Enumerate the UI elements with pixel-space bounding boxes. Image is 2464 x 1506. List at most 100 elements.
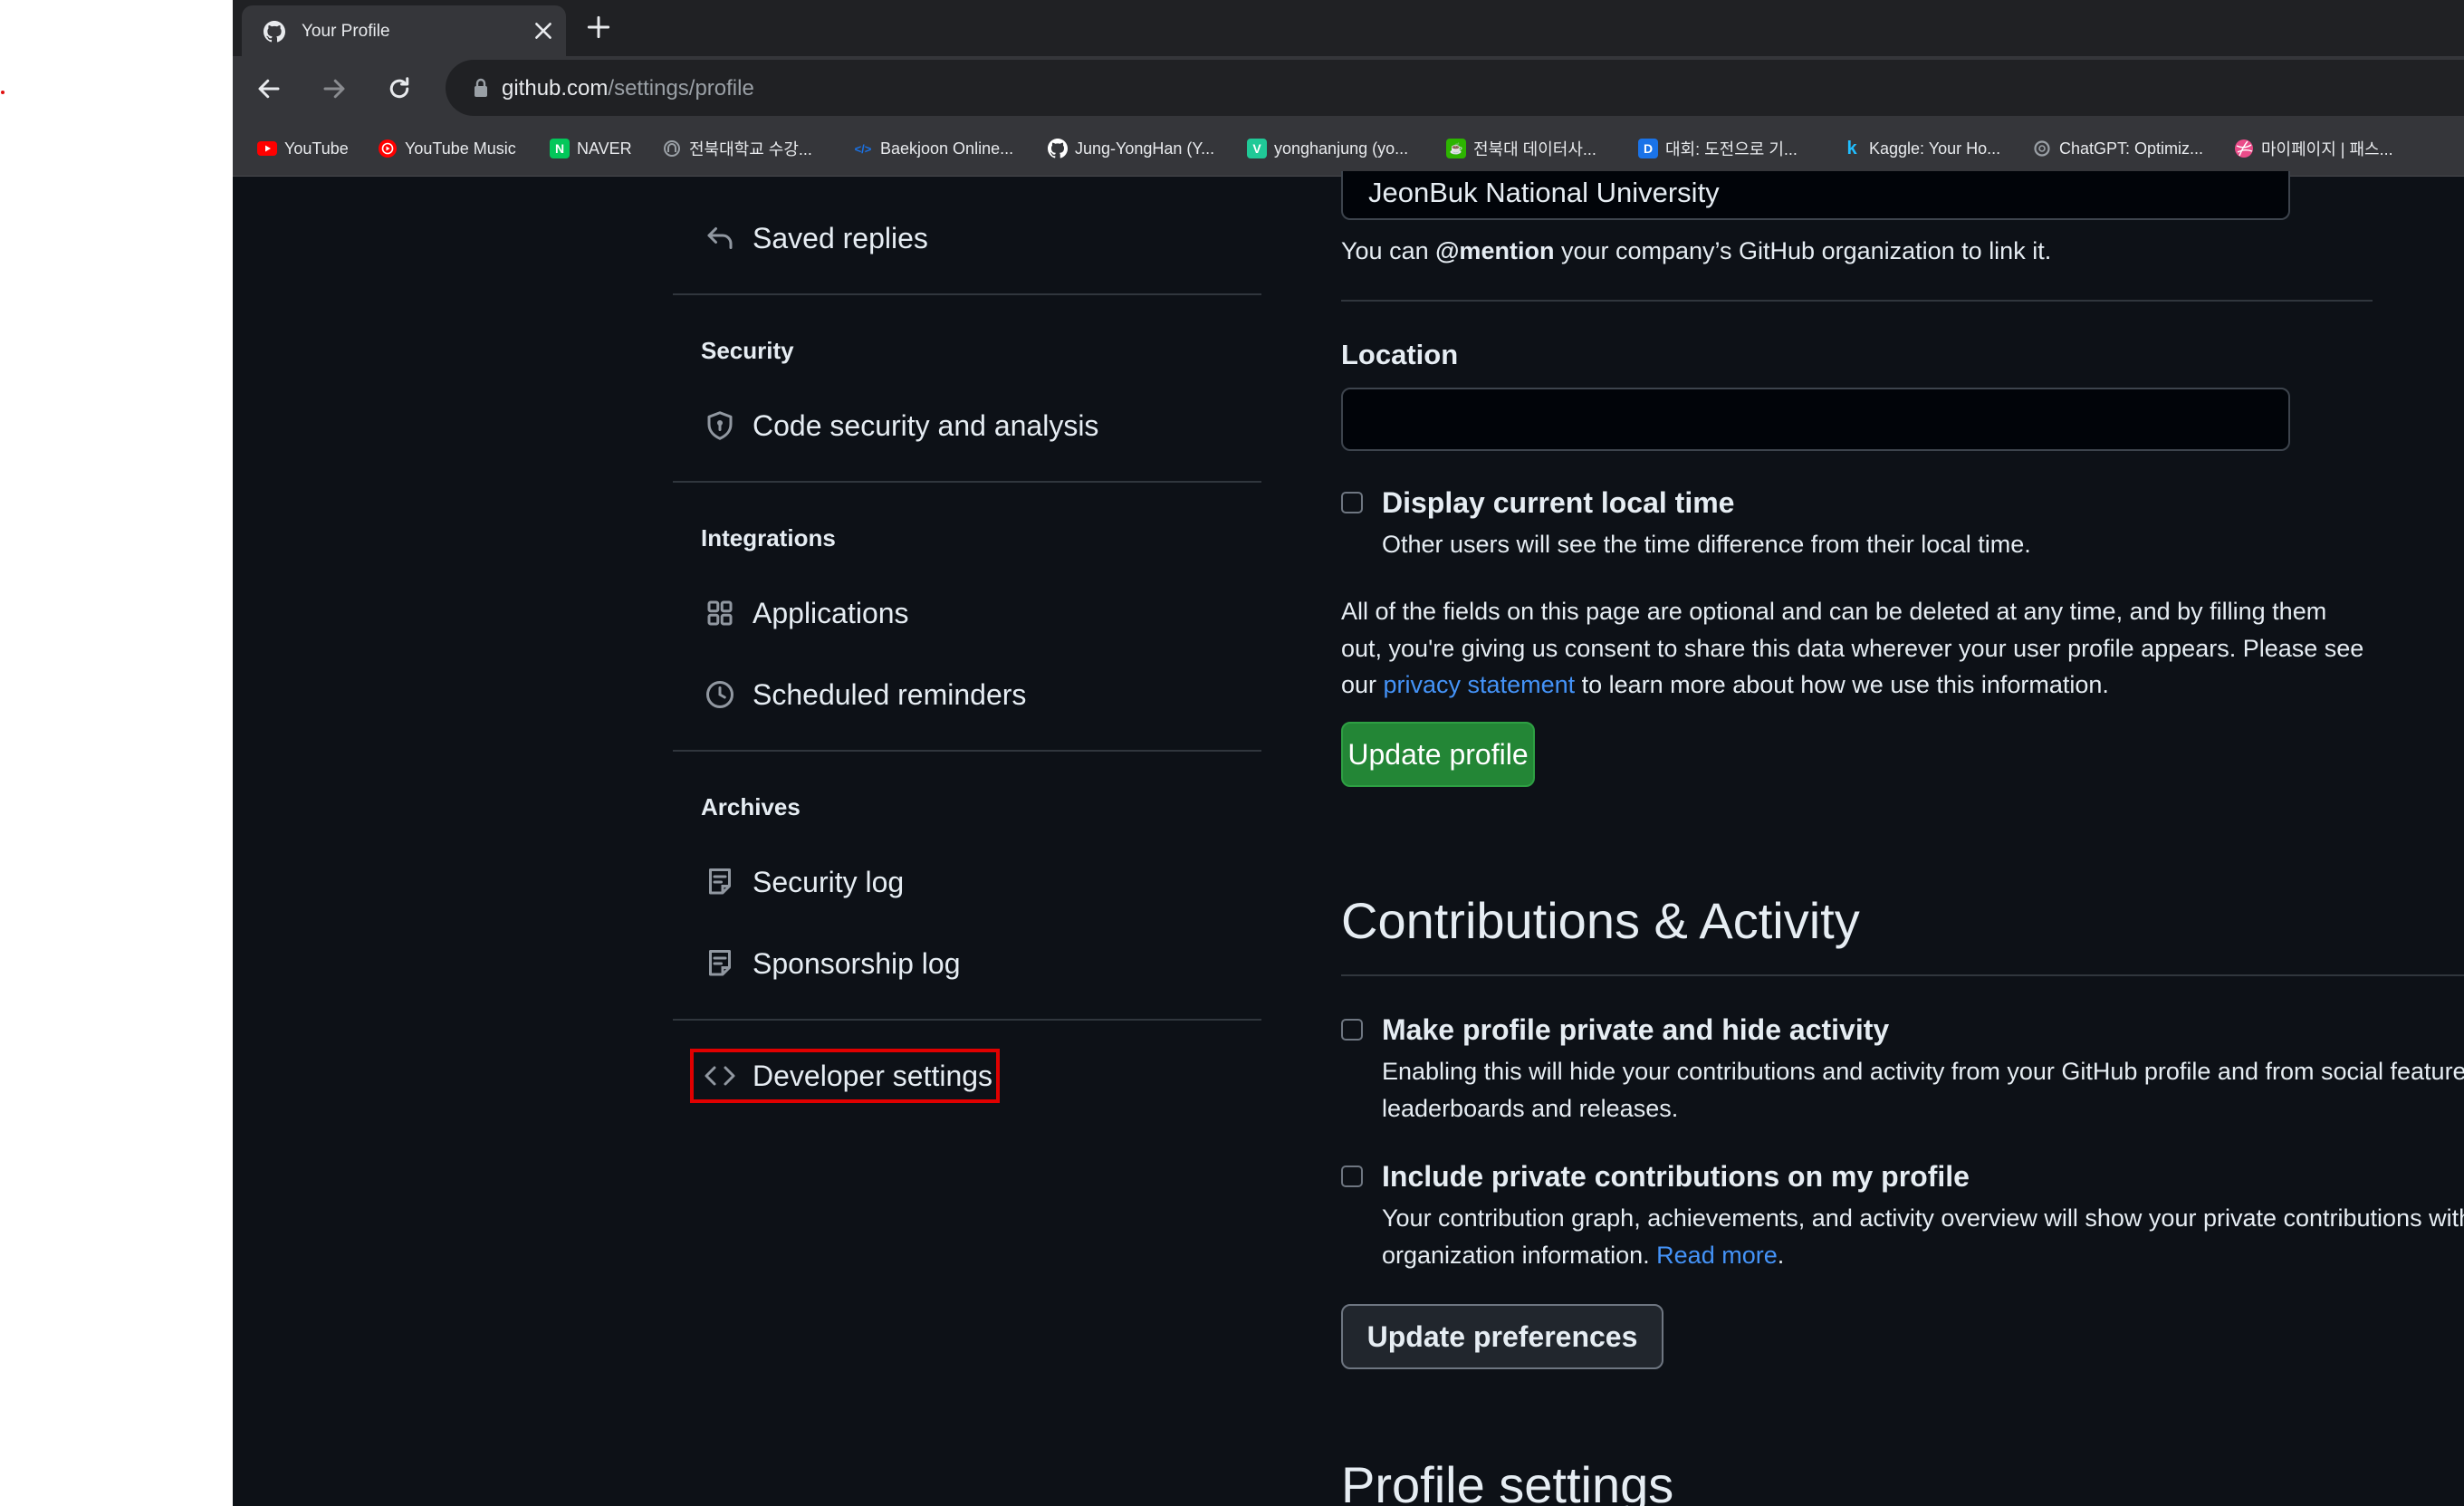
section-divider (1341, 300, 2373, 302)
sidebar-item-label: Applications (753, 596, 909, 629)
forward-arrow-icon (323, 79, 345, 99)
bookmark-baekjoon[interactable]: </> Baekjoon Online... (853, 136, 1014, 161)
private-contributions-label[interactable]: Include private contributions on my prof… (1382, 1160, 1970, 1194)
optional-note-line3: our privacy statement to learn more abou… (1341, 671, 2109, 699)
address-bar[interactable]: github.com/settings/profile (446, 60, 2464, 116)
reload-icon (389, 77, 409, 99)
privacy-statement-link[interactable]: privacy statement (1384, 671, 1576, 698)
chatgpt-icon (2032, 139, 2052, 158)
private-profile-desc-line1: Enabling this will hide your contributio… (1382, 1058, 2464, 1085)
close-icon[interactable] (532, 19, 555, 43)
bookmark-label: 전북대학교 수강... (689, 140, 812, 158)
reload-button[interactable] (383, 72, 416, 105)
sidebar-item-saved-replies[interactable]: Saved replies (704, 218, 928, 258)
bookmark-naver[interactable]: N NAVER (550, 136, 632, 161)
youtube-icon (257, 139, 277, 158)
bookmark-dacon[interactable]: D 대회: 도전으로 기... (1638, 136, 1798, 161)
bookmark-label: Kaggle: Your Ho... (1869, 139, 2001, 158)
bookmark-label: yonghanjung (yo... (1274, 139, 1409, 158)
company-hint-text: You can (1341, 237, 1436, 264)
bookmark-chatgpt[interactable]: ChatGPT: Optimiz... (2032, 136, 2203, 161)
desc-text: . (1777, 1242, 1785, 1269)
sidebar-heading-security: Security (701, 337, 794, 364)
display-local-time-checkbox[interactable] (1341, 492, 1363, 513)
sidebar-divider (673, 481, 1261, 483)
sidebar-item-label: Saved replies (753, 221, 928, 254)
section-divider (1341, 974, 2464, 976)
private-contributions-checkbox[interactable] (1341, 1165, 1363, 1187)
update-profile-button[interactable]: Update profile (1341, 722, 1535, 787)
university-icon (662, 139, 682, 158)
read-more-link[interactable]: Read more (1656, 1242, 1778, 1269)
forward-button[interactable] (318, 72, 350, 105)
reply-icon (707, 227, 733, 249)
private-contributions-desc-line2: organization information. Read more. (1382, 1237, 1784, 1274)
velog-icon: V (1247, 139, 1267, 158)
optional-note-line2: out, you're giving us consent to share t… (1341, 635, 2364, 662)
optional-note-text: our (1341, 671, 1384, 698)
sidebar-item-sponsorship-log[interactable]: Sponsorship log (704, 944, 960, 983)
sidebar-heading-archives: Archives (701, 793, 801, 820)
profile-settings-heading: Profile settings (1341, 1456, 1674, 1506)
apps-grid-icon (707, 600, 733, 626)
location-input[interactable] (1341, 388, 2290, 451)
back-button[interactable] (253, 72, 285, 105)
url-host: github.com (502, 76, 609, 101)
bookmark-youtube[interactable]: YouTube (257, 136, 349, 161)
kaggle-icon: k (1846, 138, 1857, 158)
log-icon (709, 868, 731, 895)
sidebar-item-applications[interactable]: Applications (704, 593, 909, 633)
update-preferences-button[interactable]: Update preferences (1341, 1304, 1663, 1369)
github-icon (264, 21, 285, 43)
bookmark-jbnu-data[interactable]: ☕ 전북대 데이터사... (1446, 136, 1596, 161)
bookmark-github-profile[interactable]: Jung-YongHan (Y... (1048, 136, 1214, 161)
sidebar-divider (673, 1019, 1261, 1021)
tab-strip: Your Profile (233, 0, 2464, 56)
sidebar-item-code-security[interactable]: Code security and analysis (704, 406, 1098, 446)
tab-title: Your Profile (302, 22, 390, 41)
display-local-time-desc: Other users will see the time difference… (1382, 531, 2031, 558)
clock-icon (706, 681, 733, 708)
company-hint-text: your company’s GitHub organization to li… (1554, 237, 2052, 264)
bookmark-label: NAVER (577, 139, 632, 158)
sidebar-item-security-log[interactable]: Security log (704, 862, 904, 902)
bookmark-label: 마이페이지 | 패스... (2261, 140, 2393, 158)
new-tab-icon[interactable] (584, 13, 613, 42)
naver-icon: N (550, 139, 570, 158)
dacon-icon: D (1638, 139, 1658, 158)
sidebar-item-scheduled-reminders[interactable]: Scheduled reminders (704, 675, 1026, 715)
desc-text: organization information. (1382, 1242, 1657, 1269)
location-label: Location (1341, 339, 1459, 370)
company-input[interactable]: JeonBuk National University (1341, 171, 2290, 220)
private-profile-label[interactable]: Make profile private and hide activity (1382, 1013, 1889, 1047)
bookmark-kaggle[interactable]: k Kaggle: Your Ho... (1842, 136, 2000, 161)
tab-your-profile[interactable]: Your Profile (242, 5, 566, 56)
browser-toolbar: github.com/settings/profile (233, 56, 2464, 121)
github-icon (1048, 139, 1068, 158)
annotation-highlight-box (690, 1049, 1000, 1103)
coffee-icon: ☕ (1446, 139, 1466, 158)
display-local-time-label[interactable]: Display current local time (1382, 486, 1734, 520)
sidebar-item-label: Sponsorship log (753, 946, 961, 980)
private-profile-checkbox[interactable] (1341, 1019, 1363, 1041)
company-input-value: JeonBuk National University (1368, 177, 1720, 208)
shield-icon (707, 411, 733, 440)
optional-note-text: to learn more about how we use this info… (1575, 671, 2109, 698)
log-icon (709, 950, 731, 976)
sidebar-item-label: Scheduled reminders (753, 677, 1027, 711)
private-contributions-desc-line1: Your contribution graph, achievements, a… (1382, 1204, 2464, 1232)
bookmark-label: YouTube (284, 139, 349, 158)
code-icon: </> (854, 141, 872, 156)
url-path: /settings/profile (608, 76, 754, 101)
bookmark-label: ChatGPT: Optimiz... (2059, 139, 2204, 158)
back-arrow-icon (258, 79, 280, 99)
bookmark-youtube-music[interactable]: YouTube Music (378, 136, 516, 161)
bookmark-jbnu[interactable]: 전북대학교 수강... (662, 136, 812, 161)
bookmark-label: Jung-YongHan (Y... (1075, 139, 1215, 158)
bookmark-mypage[interactable]: 마이페이지 | 패스... (2234, 136, 2393, 161)
bookmark-label: YouTube Music (405, 139, 516, 158)
company-hint: You can @mention your company’s GitHub o… (1341, 237, 2051, 265)
bookmark-velog[interactable]: V yonghanjung (yo... (1247, 136, 1408, 161)
youtube-music-icon (378, 139, 398, 158)
lock-icon[interactable] (473, 78, 489, 98)
